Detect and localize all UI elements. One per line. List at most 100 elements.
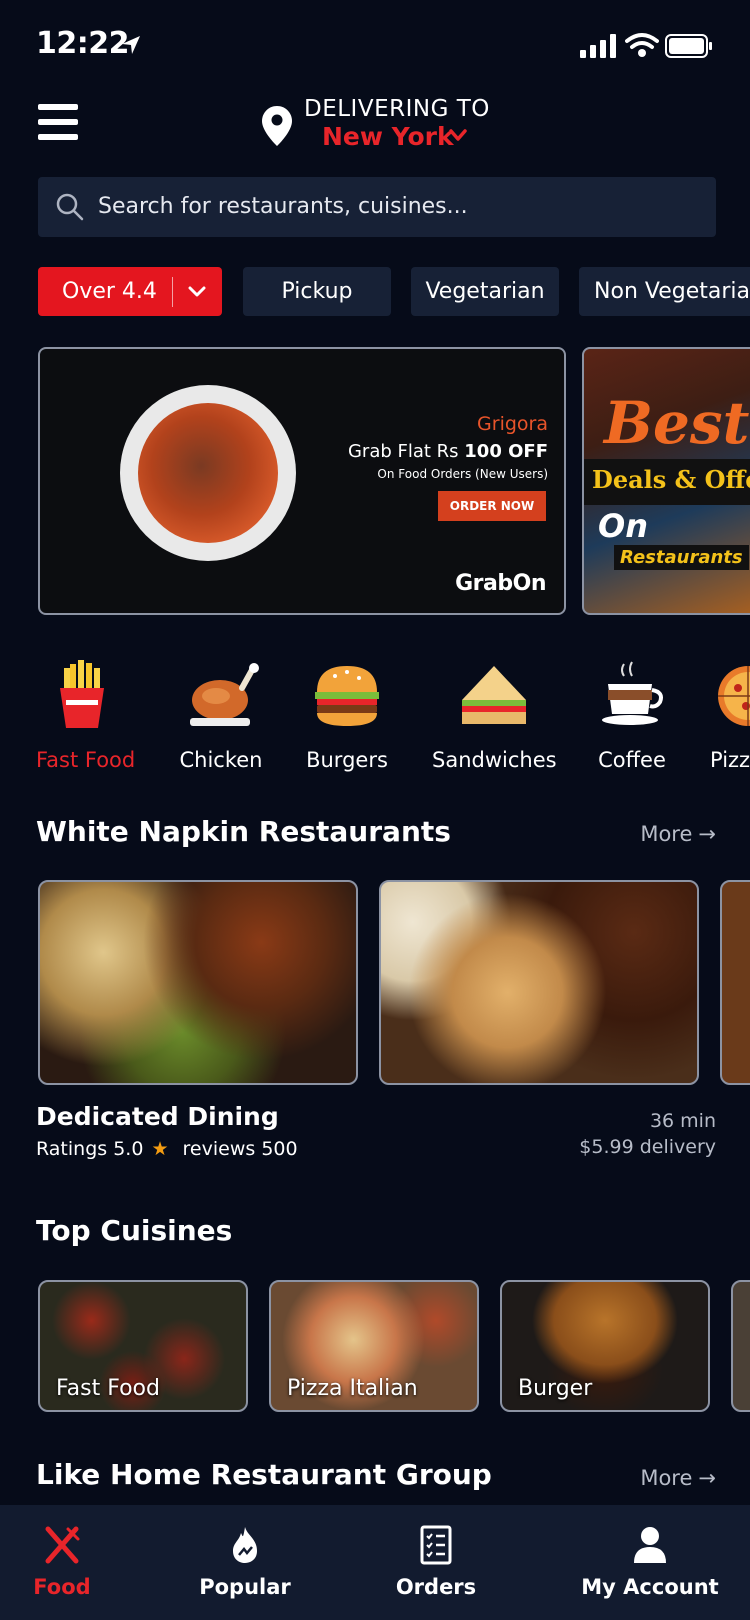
promo-headline-prefix: Grab Flat Rs (347, 441, 465, 462)
restaurant-rating-row: Ratings 5.0 ★ reviews 500 (36, 1138, 298, 1160)
filter-chip-pickup[interactable]: Pickup (243, 267, 391, 316)
bottom-navigation: Food Popular Orders My Account (0, 1505, 750, 1620)
checklist-icon (420, 1525, 452, 1565)
promo-carousel: Grigora Grab Flat Rs 100 OFF On Food Ord… (38, 347, 750, 617)
status-time: 12:22 (36, 26, 130, 61)
coffee-cup-icon (602, 661, 663, 725)
promo-headline-amount: 100 OFF (464, 441, 548, 462)
filter-chips: Over 4.4 Pickup Vegetarian Non Vegetaria… (38, 267, 750, 317)
cellular-signal-icon (580, 34, 616, 58)
cuisine-label: Burger (518, 1376, 593, 1401)
nav-tab-food[interactable]: Food (12, 1505, 112, 1620)
category-label: Chicken (179, 748, 263, 772)
promo-banner-best-deals[interactable]: Best Deals & Offers On Restaurants (582, 347, 750, 615)
cuisine-card-pizza-italian[interactable]: Pizza Italian (269, 1280, 479, 1412)
city-name: New York (322, 122, 454, 151)
menu-line (38, 119, 78, 125)
filter-chip-label: Over 4.4 (62, 279, 157, 304)
nav-label: My Account (581, 1575, 719, 1599)
roast-chicken-icon (190, 663, 259, 726)
promo2-line3: On (598, 507, 648, 545)
filter-chip-vegetarian[interactable]: Vegetarian (411, 267, 559, 316)
section-title-top-cuisines: Top Cuisines (36, 1214, 233, 1247)
reviews-count: 500 (261, 1138, 298, 1160)
promo2-line2: Deals & Offers (592, 465, 750, 494)
restaurant-card-image[interactable] (379, 880, 699, 1085)
promo-brand: Grigora (477, 413, 548, 435)
search-icon (56, 193, 84, 221)
category-fast-food[interactable]: Fast Food (36, 660, 136, 780)
cuisine-card-fast-food[interactable]: Fast Food (38, 1280, 248, 1412)
star-icon: ★ (151, 1138, 169, 1160)
nav-label: Food (33, 1575, 91, 1599)
arrow-right-icon: → (698, 1466, 716, 1490)
wifi-icon (625, 33, 659, 57)
menu-line (38, 104, 78, 110)
more-label: More (640, 1466, 693, 1490)
category-label: Fast Food (36, 748, 136, 772)
location-arrow-icon (122, 36, 140, 54)
more-link-white-napkin[interactable]: More → (640, 822, 716, 846)
order-now-button[interactable]: ORDER NOW (438, 491, 546, 521)
restaurant-card-image[interactable] (38, 880, 358, 1085)
fork-knife-icon (45, 1526, 80, 1564)
battery-icon (665, 34, 712, 58)
category-label: Sandwiches (432, 748, 557, 772)
restaurant-card-image[interactable] (720, 880, 750, 1085)
chevron-down-icon (449, 129, 467, 141)
delivery-location-selector[interactable]: DELIVERING TO New York (262, 96, 512, 152)
category-coffee[interactable]: Coffee (592, 660, 672, 780)
cuisine-card-burger[interactable]: Burger (500, 1280, 710, 1412)
hamburger-menu-button[interactable] (38, 104, 78, 140)
cuisine-card-partial[interactable] (731, 1280, 750, 1412)
status-bar: 12:22 (0, 0, 750, 92)
reviews-label: reviews (182, 1138, 256, 1160)
nav-tab-my-account[interactable]: My Account (580, 1505, 720, 1620)
category-label: Burgers (306, 748, 388, 772)
more-link-like-home[interactable]: More → (640, 1466, 716, 1490)
filter-chip-non-vegetarian[interactable]: Non Vegetarian (579, 267, 750, 316)
chip-divider (172, 277, 173, 307)
chevron-down-icon[interactable] (188, 285, 206, 299)
promo2-strip: Deals & Offers (584, 459, 750, 505)
food-dish-image (138, 403, 278, 543)
promo2-line4: Restaurants (614, 545, 749, 570)
grabon-logo: GrabOn (455, 571, 546, 596)
cuisine-label: Pizza Italian (287, 1376, 418, 1401)
section-title-like-home: Like Home Restaurant Group (36, 1458, 492, 1491)
category-pizza[interactable]: Pizza (702, 660, 750, 780)
delivery-fee: $5.99 delivery (579, 1136, 716, 1158)
app-screen: 12:22 DELIVERING TO New York Search for … (0, 0, 750, 1620)
pizza-icon (718, 666, 750, 726)
promo2-title: Best (604, 389, 750, 457)
rating-value: 5.0 (113, 1138, 144, 1160)
restaurant-name[interactable]: Dedicated Dining (36, 1102, 279, 1131)
category-label: Pizza (710, 748, 750, 772)
category-chicken[interactable]: Chicken (176, 660, 266, 780)
fries-icon (60, 660, 104, 728)
search-bar[interactable]: Search for restaurants, cuisines... (38, 177, 716, 237)
menu-line (38, 134, 78, 140)
burger-icon (315, 666, 379, 726)
sandwich-icon (462, 666, 526, 724)
user-icon (634, 1527, 666, 1563)
nav-label: Popular (199, 1575, 291, 1599)
promo-subtext: On Food Orders (New Users) (377, 467, 548, 481)
category-burgers[interactable]: Burgers (302, 660, 392, 780)
search-placeholder: Search for restaurants, cuisines... (98, 194, 468, 219)
section-title-white-napkin: White Napkin Restaurants (36, 815, 451, 848)
more-label: More (640, 822, 693, 846)
promo-banner-grigora[interactable]: Grigora Grab Flat Rs 100 OFF On Food Ord… (38, 347, 566, 615)
ratings-label: Ratings (36, 1138, 108, 1160)
map-pin-icon (262, 106, 292, 146)
delivery-time: 36 min (649, 1110, 716, 1132)
category-sandwiches[interactable]: Sandwiches (432, 660, 557, 780)
flame-icon (233, 1527, 257, 1563)
nav-tab-popular[interactable]: Popular (185, 1505, 305, 1620)
delivering-to-label: DELIVERING TO (304, 96, 490, 122)
nav-tab-orders[interactable]: Orders (386, 1505, 486, 1620)
arrow-right-icon: → (698, 822, 716, 846)
filter-chip-rating[interactable]: Over 4.4 (38, 267, 222, 316)
category-label: Coffee (598, 748, 666, 772)
category-list: Fast Food Chicken Burgers Sandwiches Cof… (0, 660, 750, 780)
